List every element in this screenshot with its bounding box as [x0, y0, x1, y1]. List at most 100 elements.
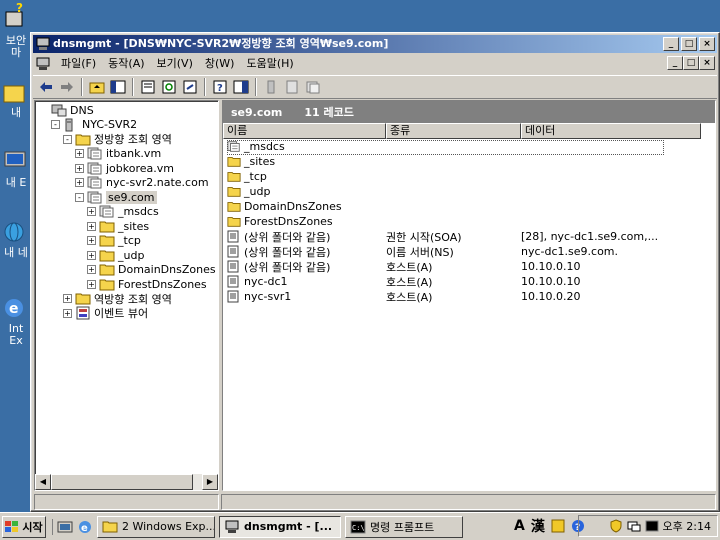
maximize-button[interactable]: □	[681, 37, 697, 51]
scroll-right-button[interactable]: ▶	[202, 474, 218, 490]
expand-toggle[interactable]: +	[87, 250, 96, 260]
clock[interactable]: 오후 2:14	[663, 518, 711, 534]
internet-explorer-icon[interactable]: e	[77, 519, 93, 535]
record-row[interactable]: _udp	[223, 184, 715, 199]
tree-node[interactable]: - NYC-SVR2	[51, 118, 137, 132]
title-bar[interactable]: dnsmgmt - [DNS₩NYC-SVR2₩정방향 조회 영역₩se9.co…	[33, 35, 717, 53]
minimize-button[interactable]: _	[663, 37, 679, 51]
forward-button[interactable]	[58, 78, 76, 96]
record-row[interactable]: (상위 폴더와 같음) 권한 시작(SOA) [28], nyc-dc1.se9.c…	[223, 229, 715, 244]
tree-node[interactable]: + _tcp	[87, 234, 141, 248]
console-tree-pane[interactable]: DNS - NYC-SVR2- 정방향 조회 영역 + itbank.vm + jobkore…	[34, 100, 219, 491]
record-row[interactable]: nyc-svr1 호스트(A) 10.10.0.20	[223, 289, 715, 304]
expand-toggle[interactable]: +	[87, 236, 96, 245]
column-header-data[interactable]: 데이터	[521, 123, 701, 139]
scroll-left-button[interactable]: ◀	[35, 474, 51, 490]
security-shield-icon[interactable]	[609, 519, 623, 533]
record-row[interactable]: ForestDnsZones	[223, 214, 715, 229]
menu-help[interactable]: 도움말(H)	[240, 55, 299, 73]
taskbar-button[interactable]: dnsmgmt - [...	[219, 515, 341, 538]
tree-node[interactable]: + 역방향 조회 영역	[63, 292, 172, 306]
expand-toggle[interactable]: +	[63, 294, 72, 303]
tree-node[interactable]: + 이벤트 뷰어	[63, 306, 148, 320]
taskbar-button-label: 2 Windows Exp...	[122, 520, 215, 533]
expand-toggle[interactable]: +	[87, 265, 96, 274]
tree-node[interactable]: - 정방향 조회 영역	[63, 132, 172, 146]
help-button[interactable]: ?	[211, 78, 229, 96]
show-desktop-icon[interactable]	[57, 519, 73, 535]
child-close-button[interactable]: ×	[699, 56, 715, 70]
ime-bar[interactable]: A 漢 ?	[514, 516, 585, 536]
ime-alpha[interactable]: A	[514, 518, 525, 534]
desktop-icon-security[interactable]: ? 보안 마	[0, 1, 32, 59]
menu-action[interactable]: 동작(A)	[102, 55, 150, 73]
ime-hanja[interactable]: 漢	[531, 516, 545, 536]
tree-node[interactable]: + _udp	[87, 248, 144, 262]
menu-window[interactable]: 창(W)	[199, 55, 241, 73]
export-list-button[interactable]	[181, 78, 199, 96]
expand-toggle[interactable]: +	[75, 149, 84, 158]
close-button[interactable]: ×	[699, 37, 715, 51]
record-row[interactable]: _sites	[223, 154, 715, 169]
menu-view[interactable]: 보기(V)	[151, 55, 199, 73]
record-row[interactable]: DomainDnsZones	[223, 199, 715, 214]
up-level-button[interactable]	[88, 78, 106, 96]
tree-horizontal-scrollbar[interactable]: ◀ ▶	[35, 474, 218, 490]
record-row[interactable]: _tcp	[223, 169, 715, 184]
tree-node[interactable]: + _msdcs	[87, 205, 159, 219]
column-header-type[interactable]: 종류	[386, 123, 521, 139]
tree-node[interactable]: - se9.com	[75, 190, 157, 204]
taskbar-button[interactable]: C:\ 명령 프롬프트	[345, 515, 463, 538]
mmc-icon[interactable]	[35, 56, 51, 72]
child-minimize-button[interactable]: _	[667, 56, 683, 70]
ime-tool-icon[interactable]	[551, 519, 565, 533]
show-tree-button[interactable]	[109, 78, 127, 96]
tree-node[interactable]: + _sites	[87, 219, 149, 233]
record-row[interactable]: (상위 폴더와 같음) 이름 서버(NS) nyc-dc1.se9.com.	[223, 244, 715, 259]
new-record-button[interactable]	[283, 78, 301, 96]
record-row[interactable]: (상위 폴더와 같음) 호스트(A) 10.10.0.10	[223, 259, 715, 274]
back-button[interactable]	[37, 78, 55, 96]
tree-node[interactable]: + itbank.vm	[75, 147, 161, 161]
scroll-thumb[interactable]	[51, 474, 193, 490]
desktop-icon-network[interactable]: 내 네	[0, 220, 32, 259]
desktop-icon-documents[interactable]: 내	[0, 82, 32, 119]
tree-node[interactable]: + nyc-svr2.nate.com	[75, 176, 209, 190]
new-zone-button[interactable]	[304, 78, 322, 96]
record-row[interactable]: nyc-dc1 호스트(A) 10.10.0.10	[223, 274, 715, 289]
network-tray-icon[interactable]	[627, 519, 641, 533]
expand-toggle[interactable]: +	[75, 178, 84, 187]
expand-toggle[interactable]: +	[87, 207, 96, 216]
tree-node[interactable]: + jobkorea.vm	[75, 161, 174, 175]
collapse-toggle[interactable]: -	[75, 192, 84, 202]
desktop-icon-sublabel: Ex	[9, 334, 23, 347]
tree-node[interactable]: + DomainDnsZones	[87, 263, 216, 277]
action-pane-button[interactable]	[232, 78, 250, 96]
expand-toggle[interactable]: +	[63, 308, 72, 318]
update-server-button[interactable]	[262, 78, 280, 96]
desktop-icon-computer[interactable]: 내 E	[0, 150, 32, 189]
tree-node[interactable]: + ForestDnsZones	[87, 277, 207, 291]
menu-file[interactable]: 파일(F)	[55, 55, 102, 73]
tree-node[interactable]: DNS	[39, 103, 94, 117]
zone-icon	[87, 190, 103, 204]
child-restore-button[interactable]: □	[683, 56, 699, 70]
dnsmgmt-window: dnsmgmt - [DNS₩NYC-SVR2₩정방향 조회 영역₩se9.co…	[30, 32, 720, 512]
expand-toggle[interactable]: +	[87, 279, 96, 289]
collapse-toggle[interactable]: -	[51, 120, 60, 129]
quick-launch: e	[52, 518, 93, 535]
column-header-name[interactable]: 이름	[223, 123, 386, 139]
collapse-toggle[interactable]: -	[63, 134, 72, 144]
desktop-icon-ie[interactable]: e Int Ex	[0, 296, 32, 347]
refresh-button[interactable]	[160, 78, 178, 96]
details-pane[interactable]: se9.com 11 레코드 이름 종류 데이터 _msdcs _sites _tc…	[222, 100, 716, 491]
taskbar-button-label: dnsmgmt - [...	[244, 520, 333, 533]
properties-button[interactable]	[139, 78, 157, 96]
taskbar-button[interactable]: 2 Windows Exp...	[97, 515, 215, 538]
expand-toggle[interactable]: +	[87, 221, 96, 231]
start-button[interactable]: 시작	[2, 515, 46, 538]
status-panel-right	[221, 494, 716, 510]
desktop-icon-label: 내 네	[4, 246, 28, 259]
expand-toggle[interactable]: +	[75, 163, 84, 173]
cmd-tray-icon[interactable]	[645, 519, 659, 533]
